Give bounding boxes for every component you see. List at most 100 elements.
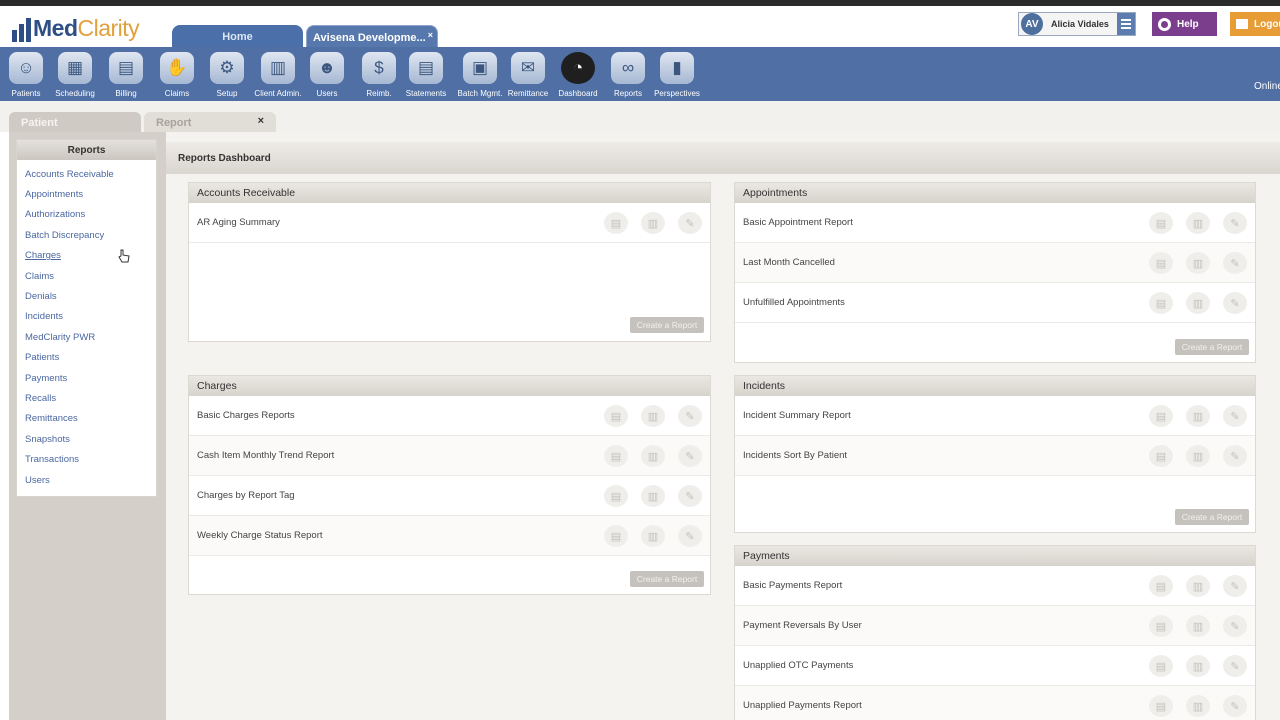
toolbar-batch-mgmt[interactable]: ▣ Batch Mgmt.	[455, 52, 505, 98]
create-report-button[interactable]: Create a Report	[1175, 339, 1249, 355]
sidebar-item-payments[interactable]: Payments	[17, 368, 156, 388]
copy-icon[interactable]: ▤	[1149, 575, 1173, 597]
toolbar-reimb[interactable]: $ Reimb.	[354, 52, 404, 98]
logout-button[interactable]: Logou	[1230, 12, 1280, 36]
list-menu-icon[interactable]	[1117, 13, 1135, 35]
clipboard-icon[interactable]: ▥	[1186, 252, 1210, 274]
edit-icon[interactable]: ✎	[1223, 405, 1247, 427]
report-row[interactable]: Payment Reversals By User ▤ ▥ ✎	[735, 606, 1255, 646]
sidebar-item-incidents[interactable]: Incidents	[17, 307, 156, 327]
report-row[interactable]: Incident Summary Report ▤ ▥ ✎	[735, 396, 1255, 436]
report-row[interactable]: Basic Charges Reports ▤ ▥ ✎	[189, 396, 710, 436]
sidebar-item-users[interactable]: Users	[17, 470, 156, 490]
sidebar-item-accounts-receivable[interactable]: Accounts Receivable	[17, 164, 156, 184]
create-report-button[interactable]: Create a Report	[630, 317, 704, 333]
sidebar-item-medclarity-pwr[interactable]: MedClarity PWR	[17, 327, 156, 347]
edit-icon[interactable]: ✎	[1223, 615, 1247, 637]
clipboard-icon[interactable]: ▥	[1186, 655, 1210, 677]
edit-icon[interactable]: ✎	[1223, 655, 1247, 677]
copy-icon[interactable]: ▤	[1149, 445, 1173, 467]
report-row[interactable]: Unapplied Payments Report ▤ ▥ ✎	[735, 686, 1255, 720]
clipboard-icon[interactable]: ▥	[641, 525, 665, 547]
edit-icon[interactable]: ✎	[1223, 252, 1247, 274]
report-row[interactable]: Weekly Charge Status Report ▤ ▥ ✎	[189, 516, 710, 556]
edit-icon[interactable]: ✎	[678, 405, 702, 427]
edit-icon[interactable]: ✎	[1223, 575, 1247, 597]
copy-icon[interactable]: ▤	[604, 212, 628, 234]
clipboard-icon[interactable]: ▥	[1186, 212, 1210, 234]
clipboard-icon[interactable]: ▥	[641, 212, 665, 234]
report-row[interactable]: Last Month Cancelled ▤ ▥ ✎	[735, 243, 1255, 283]
report-row[interactable]: Basic Payments Report ▤ ▥ ✎	[735, 566, 1255, 606]
toolbar-statements[interactable]: ▤ Statements	[401, 52, 451, 98]
sidebar-item-patients[interactable]: Patients	[17, 348, 156, 368]
copy-icon[interactable]: ▤	[1149, 615, 1173, 637]
report-row[interactable]: Cash Item Monthly Trend Report ▤ ▥ ✎	[189, 436, 710, 476]
sidebar-item-remittances[interactable]: Remittances	[17, 409, 156, 429]
clipboard-icon[interactable]: ▥	[1186, 615, 1210, 637]
toolbar-dashboard[interactable]: ◔ Dashboard	[553, 52, 603, 98]
toolbar-patients[interactable]: ☺ Patients	[1, 52, 51, 98]
sidebar-item-batch-discrepancy[interactable]: Batch Discrepancy	[17, 225, 156, 245]
user-menu[interactable]: AV Alicia Vidales	[1018, 12, 1136, 36]
toolbar-users[interactable]: ☻ Users	[302, 52, 352, 98]
sidebar-item-denials[interactable]: Denials	[17, 286, 156, 306]
toolbar-remittance[interactable]: ✉ Remittance	[503, 52, 553, 98]
toolbar-claims[interactable]: ✋ Claims	[152, 52, 202, 98]
clipboard-icon[interactable]: ▥	[1186, 405, 1210, 427]
create-report-button[interactable]: Create a Report	[1175, 509, 1249, 525]
edit-icon[interactable]: ✎	[678, 445, 702, 467]
edit-icon[interactable]: ✎	[1223, 445, 1247, 467]
sidebar-item-recalls[interactable]: Recalls	[17, 388, 156, 408]
clipboard-icon[interactable]: ▥	[641, 485, 665, 507]
report-row[interactable]: Charges by Report Tag ▤ ▥ ✎	[189, 476, 710, 516]
copy-icon[interactable]: ▤	[604, 485, 628, 507]
toolbar-scheduling[interactable]: ▦ Scheduling	[50, 52, 100, 98]
sidebar-item-appointments[interactable]: Appointments	[17, 184, 156, 204]
help-button[interactable]: Help	[1152, 12, 1217, 36]
copy-icon[interactable]: ▤	[1149, 252, 1173, 274]
tab-avisena-development[interactable]: Avisena Developme... ×	[306, 25, 438, 49]
edit-icon[interactable]: ✎	[678, 212, 702, 234]
medclarity-logo[interactable]: MedClarity	[12, 10, 140, 42]
copy-icon[interactable]: ▤	[604, 445, 628, 467]
sidebar-item-authorizations[interactable]: Authorizations	[17, 205, 156, 225]
sidebar-item-snapshots[interactable]: Snapshots	[17, 429, 156, 449]
tab-report[interactable]: Report ×	[144, 112, 276, 133]
toolbar-setup[interactable]: ⚙ Setup	[202, 52, 252, 98]
report-row[interactable]: Unfulfilled Appointments ▤ ▥ ✎	[735, 283, 1255, 323]
toolbar-reports[interactable]: ∞ Reports	[603, 52, 653, 98]
report-row[interactable]: Basic Appointment Report ▤ ▥ ✎	[735, 203, 1255, 243]
tab-patient[interactable]: Patient	[9, 112, 141, 133]
clipboard-icon[interactable]: ▥	[1186, 575, 1210, 597]
copy-icon[interactable]: ▤	[1149, 655, 1173, 677]
edit-icon[interactable]: ✎	[678, 485, 702, 507]
tab-home[interactable]: Home	[172, 25, 303, 49]
edit-icon[interactable]: ✎	[1223, 695, 1247, 717]
report-row[interactable]: Unapplied OTC Payments ▤ ▥ ✎	[735, 646, 1255, 686]
toolbar-client-admin[interactable]: ▥ Client Admin.	[253, 52, 303, 98]
copy-icon[interactable]: ▤	[604, 525, 628, 547]
toolbar-billing[interactable]: ▤ Billing	[101, 52, 151, 98]
toolbar-perspectives[interactable]: ▮ Perspectives	[652, 52, 702, 98]
create-report-button[interactable]: Create a Report	[630, 571, 704, 587]
clipboard-icon[interactable]: ▥	[641, 445, 665, 467]
copy-icon[interactable]: ▤	[1149, 405, 1173, 427]
copy-icon[interactable]: ▤	[1149, 212, 1173, 234]
edit-icon[interactable]: ✎	[678, 525, 702, 547]
report-row[interactable]: Incidents Sort By Patient ▤ ▥ ✎	[735, 436, 1255, 476]
sidebar-item-charges[interactable]: Charges	[17, 246, 156, 266]
sidebar-item-claims[interactable]: Claims	[17, 266, 156, 286]
clipboard-icon[interactable]: ▥	[1186, 292, 1210, 314]
edit-icon[interactable]: ✎	[1223, 212, 1247, 234]
sidebar-item-transactions[interactable]: Transactions	[17, 449, 156, 469]
report-row[interactable]: AR Aging Summary ▤ ▥ ✎	[189, 203, 710, 243]
copy-icon[interactable]: ▤	[1149, 695, 1173, 717]
copy-icon[interactable]: ▤	[604, 405, 628, 427]
edit-icon[interactable]: ✎	[1223, 292, 1247, 314]
copy-icon[interactable]: ▤	[1149, 292, 1173, 314]
close-icon[interactable]: ×	[428, 30, 433, 40]
clipboard-icon[interactable]: ▥	[1186, 695, 1210, 717]
clipboard-icon[interactable]: ▥	[1186, 445, 1210, 467]
close-icon[interactable]: ×	[258, 115, 264, 127]
